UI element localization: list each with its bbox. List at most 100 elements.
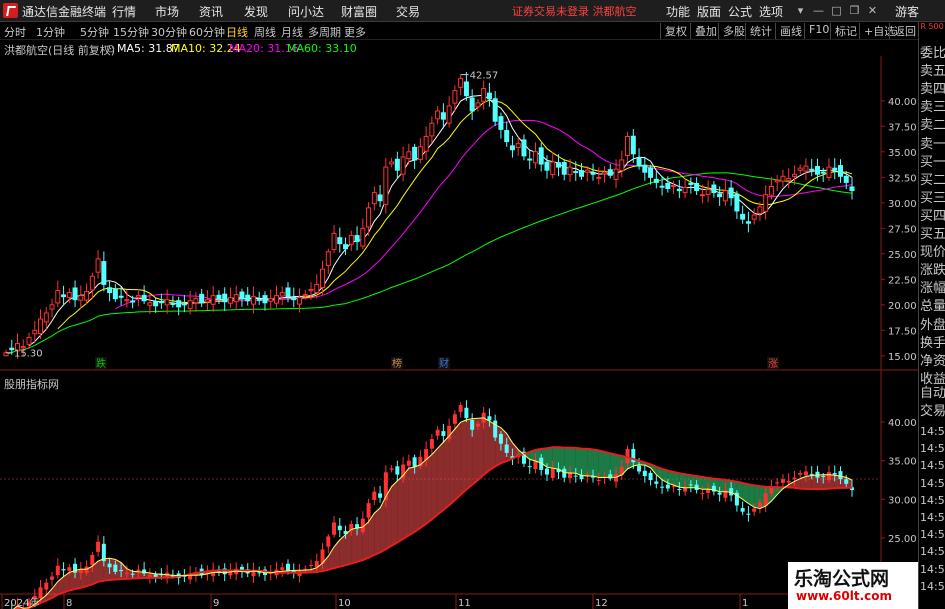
candle-body xyxy=(504,129,510,143)
candle-body xyxy=(837,165,843,177)
sub-candle-body xyxy=(464,407,469,419)
quote-field-14: 总量 xyxy=(920,299,945,315)
quote-field-15: 外盘 xyxy=(920,317,945,333)
main-y-tick: 37.50 xyxy=(888,122,917,133)
trend-band xyxy=(328,546,335,570)
sub-candle-body xyxy=(746,513,751,515)
trend-band xyxy=(685,474,691,488)
candle-body xyxy=(481,88,487,103)
candle-body xyxy=(763,194,769,212)
trend-band xyxy=(598,450,605,478)
main-y-tick: 25.00 xyxy=(888,250,917,261)
trend-band xyxy=(679,473,686,488)
trend-band xyxy=(593,449,599,478)
sub-candle-body xyxy=(809,473,814,475)
candle-body xyxy=(302,294,308,297)
candle-body xyxy=(809,168,815,171)
candle-body xyxy=(256,298,262,301)
quote-field-16: 换手 xyxy=(920,335,945,351)
candle-body xyxy=(325,251,331,266)
event-marker: 涨 xyxy=(768,358,778,370)
sub-candle-body xyxy=(412,457,417,467)
quote-field-10: 买五 xyxy=(920,227,945,242)
candle-body xyxy=(423,136,429,152)
quote-field-12: 涨跌 xyxy=(920,263,945,279)
sub-candle-body xyxy=(792,477,797,480)
candle-body xyxy=(682,187,688,194)
trend-band xyxy=(460,419,467,495)
candle-body xyxy=(458,77,464,88)
quote-field-17: 净资 xyxy=(920,353,945,369)
sub-candle-body xyxy=(435,429,440,436)
quote-field-4: 卖二 xyxy=(920,118,945,134)
sub-candle-body xyxy=(332,522,337,535)
candle-body xyxy=(124,299,130,302)
sub-candle-body xyxy=(798,473,803,475)
candle-body xyxy=(245,294,251,302)
candle-body xyxy=(498,116,504,130)
trend-band xyxy=(610,453,617,478)
candle-body xyxy=(734,193,740,212)
sub-candle-body xyxy=(50,576,55,580)
candle-body xyxy=(584,169,590,173)
candle-body xyxy=(768,185,774,196)
candle-body xyxy=(521,139,527,157)
watermark-title: 乐淘公式网 xyxy=(794,568,890,590)
quote-side-panel: 委比 卖五 卖四 卖三 卖二 卖一 买一 买二 买三 买四 买五 现价 涨跌 涨幅 总量 外盘 换手 净资 收益 自… xyxy=(918,40,945,609)
x-axis-label: 1 xyxy=(742,598,748,609)
trend-band xyxy=(477,417,484,480)
candle-body xyxy=(435,110,441,120)
candle-body xyxy=(343,244,349,250)
trend-band xyxy=(449,428,455,506)
sub-indicator-name[interactable]: 股朋指标网 xyxy=(4,376,59,392)
trade-tick-5: 14:56 xyxy=(920,476,945,490)
candle-body xyxy=(688,182,694,185)
candle-body xyxy=(400,156,406,175)
quote-field-2: 卖四 xyxy=(920,82,945,98)
trend-band xyxy=(426,454,432,524)
sub-candle-body xyxy=(844,479,849,484)
candle-body xyxy=(61,294,67,298)
candle-body xyxy=(84,291,90,301)
candle-body xyxy=(440,112,446,120)
candle-body xyxy=(602,171,608,175)
candle-body xyxy=(492,98,498,122)
candle-body xyxy=(648,167,654,178)
candle-body xyxy=(475,102,481,108)
sub-candle-body xyxy=(637,465,642,472)
quote-field-8: 买三 xyxy=(920,190,945,206)
trend-band xyxy=(351,527,358,564)
sub-y-tick: 30.00 xyxy=(888,495,917,506)
sub-candle-body xyxy=(55,565,60,576)
x-axis-label: 2024年 xyxy=(4,596,39,609)
candle-body xyxy=(740,213,746,220)
candle-body xyxy=(366,207,372,228)
candle-body xyxy=(26,336,32,345)
candlestick-chart[interactable]: 42.57 15.30 跌 榜 财 涨 40.00 37.50 35.00 32.50 30.00… xyxy=(0,0,918,609)
quote-field-11: 现价 xyxy=(920,245,945,261)
sub-candle-body xyxy=(786,480,791,483)
x-axis-label: 12 xyxy=(595,598,608,609)
candle-body xyxy=(297,297,303,305)
candle-body xyxy=(176,300,182,308)
trend-band xyxy=(454,422,461,501)
sub-candle-body xyxy=(665,484,670,489)
sub-candle-body xyxy=(763,493,768,506)
candle-body xyxy=(659,185,665,188)
sub-candle-body xyxy=(562,468,567,478)
candle-body xyxy=(757,206,763,214)
sub-candle-body xyxy=(61,569,66,571)
sub-candle-body xyxy=(441,431,446,436)
main-y-tick: 15.00 xyxy=(888,352,917,363)
trend-band xyxy=(558,447,565,473)
candle-body xyxy=(354,235,360,243)
trade-tick-8: 14:56 xyxy=(920,528,945,542)
candle-body xyxy=(786,177,792,182)
candle-body xyxy=(665,182,671,190)
sub-candle-body xyxy=(838,471,843,480)
candle-body xyxy=(193,298,199,304)
trade-tick-9: 14:56 xyxy=(920,545,945,559)
sub-candle-body xyxy=(257,572,262,574)
candle-body xyxy=(101,261,107,285)
candle-body xyxy=(417,146,423,160)
